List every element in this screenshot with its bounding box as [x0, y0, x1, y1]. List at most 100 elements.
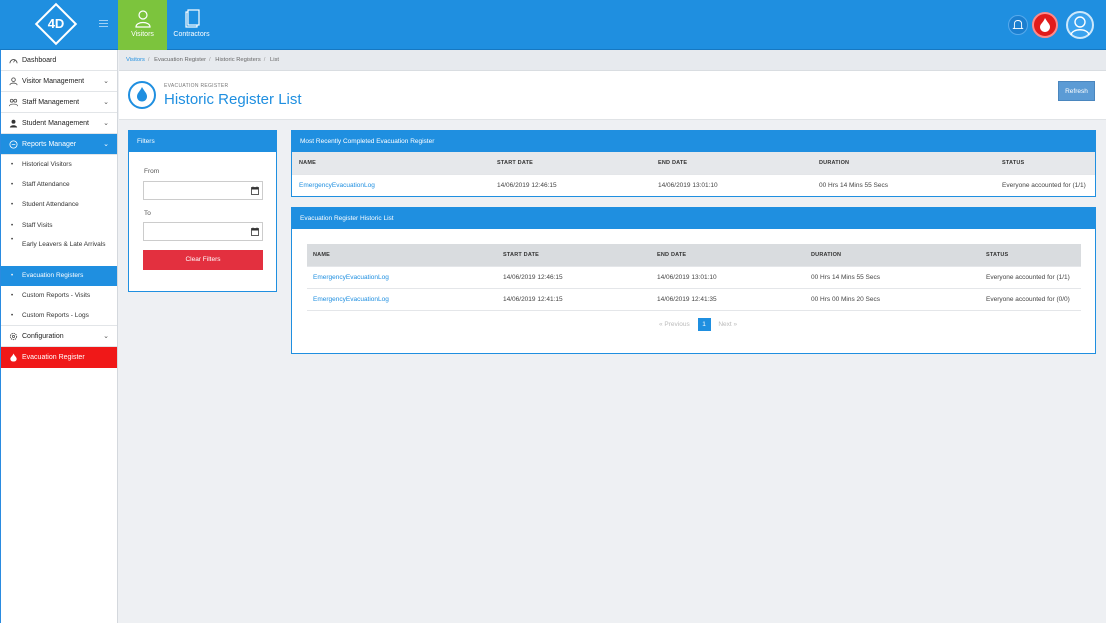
staff-icon: [9, 98, 18, 107]
recent-table: NAME START DATE END DATE DURATION STATUS…: [292, 152, 1095, 196]
pagination-page-1[interactable]: 1: [697, 318, 711, 331]
sidebar-subitem-custom-reports-visits[interactable]: Custom Reports - Visits: [1, 286, 117, 306]
page-title: Historic Register List: [164, 91, 302, 108]
table-header-row: NAME START DATE END DATE DURATION STATUS: [292, 152, 1095, 174]
sidebar-item-label: Student Management: [22, 120, 89, 127]
page-header: EVACUATION REGISTER Historic Register Li…: [119, 71, 1106, 120]
sidebar-item-student-management[interactable]: Student Management ⌄: [1, 113, 117, 134]
sidebar-subitem-custom-reports-logs[interactable]: Custom Reports - Logs: [1, 306, 117, 327]
column-header-duration: DURATION: [805, 244, 980, 266]
end-date-cell: 14/06/2019 13:01:10: [651, 265, 805, 289]
sidebar-item-visitor-management[interactable]: Visitor Management ⌄: [1, 71, 117, 92]
sidebar-item-configuration[interactable]: Configuration ⌄: [1, 326, 117, 348]
status-cell: Everyone accounted for (1/1): [995, 173, 1095, 196]
column-header-start-date: START DATE: [490, 152, 651, 174]
user-icon: [134, 10, 151, 28]
logo[interactable]: 4D: [0, 0, 118, 50]
logo-text: 4D: [47, 16, 65, 31]
start-date-cell: 14/06/2019 12:46:15: [497, 265, 651, 289]
evacuation-header-icon: [128, 81, 156, 109]
tab-visitors-label: Visitors: [131, 31, 154, 38]
reports-icon: [9, 140, 18, 149]
table-row: EmergencyEvacuationLog 14/06/2019 12:46:…: [292, 173, 1095, 196]
sidebar-item-dashboard[interactable]: Dashboard: [1, 50, 117, 71]
column-header-name: NAME: [292, 152, 490, 174]
pagination-previous[interactable]: « Previous: [659, 321, 690, 328]
filters-title: Filters: [129, 131, 276, 152]
to-label: To: [144, 210, 151, 217]
historic-table: NAME START DATE END DATE DURATION STATUS…: [307, 244, 1081, 311]
tab-visitors[interactable]: Visitors: [118, 0, 167, 50]
to-date-input[interactable]: [143, 222, 263, 241]
drop-icon: [137, 87, 147, 102]
evacuation-alert-button[interactable]: [1032, 12, 1058, 38]
sidebar-item-label: Evacuation Register: [22, 354, 85, 362]
sidebar-item-label: Reports Manager: [22, 141, 77, 148]
sidebar-item-label: Configuration: [22, 333, 64, 341]
user-profile-button[interactable]: [1066, 11, 1094, 39]
hamburger-menu-icon[interactable]: [99, 20, 108, 29]
avatar-icon: [1070, 16, 1090, 36]
student-icon: [9, 119, 18, 128]
fire-icon: [1040, 18, 1050, 32]
user-icon: [9, 77, 18, 86]
end-date-cell: 14/06/2019 13:01:10: [651, 173, 812, 196]
page-subtitle: EVACUATION REGISTER: [164, 83, 229, 89]
register-name-link[interactable]: EmergencyEvacuationLog: [292, 173, 490, 196]
sidebar-subitem-staff-visits[interactable]: Staff Visits: [1, 216, 117, 236]
sidebar-item-evacuation-register[interactable]: Evacuation Register: [1, 347, 117, 369]
duration-cell: 00 Hrs 00 Mins 20 Secs: [805, 287, 980, 311]
breadcrumb-visitors[interactable]: Visitors: [126, 57, 145, 63]
calendar-icon[interactable]: [251, 227, 259, 236]
gear-icon: [9, 333, 18, 341]
duration-cell: 00 Hrs 14 Mins 55 Secs: [812, 173, 995, 196]
table-row: EmergencyEvacuationLog 14/06/2019 12:41:…: [307, 287, 1081, 311]
chevron-down-icon: ⌄: [103, 99, 109, 106]
chevron-down-icon: ⌄: [103, 78, 109, 85]
column-header-end-date: END DATE: [651, 152, 812, 174]
column-header-status: STATUS: [995, 152, 1095, 174]
breadcrumb-evacuation-register[interactable]: Evacuation Register: [154, 57, 206, 63]
breadcrumb-list: List: [269, 57, 279, 63]
notifications-button[interactable]: [1008, 15, 1028, 35]
refresh-button[interactable]: Refresh: [1058, 81, 1095, 101]
register-name-link[interactable]: EmergencyEvacuationLog: [307, 287, 497, 311]
sidebar: Dashboard Visitor Management ⌄ Staff Man…: [0, 50, 118, 623]
sidebar-subitem-student-attendance[interactable]: Student Attendance: [1, 195, 117, 215]
status-cell: Everyone accounted for (0/0): [980, 287, 1081, 311]
dashboard-icon: [9, 59, 18, 64]
tab-contractors[interactable]: Contractors: [167, 0, 216, 50]
sidebar-subitem-evacuation-registers[interactable]: Evacuation Registers: [1, 265, 117, 286]
column-header-name: NAME: [307, 244, 497, 266]
pagination-next[interactable]: Next »: [718, 321, 737, 328]
tab-contractors-label: Contractors: [173, 31, 210, 38]
column-header-duration: DURATION: [812, 152, 995, 174]
register-name-link[interactable]: EmergencyEvacuationLog: [307, 265, 497, 289]
filters-panel: Filters From To Clear Filters: [128, 130, 277, 292]
sidebar-item-label: Staff Management: [22, 99, 80, 106]
start-date-cell: 14/06/2019 12:46:15: [490, 173, 651, 196]
column-header-status: STATUS: [980, 244, 1081, 266]
sidebar-item-reports-manager[interactable]: Reports Manager ⌄: [1, 134, 117, 155]
from-date-input[interactable]: [143, 181, 263, 200]
from-label: From: [144, 168, 160, 175]
column-header-start-date: START DATE: [497, 244, 651, 266]
chevron-down-icon: ⌄: [103, 120, 109, 127]
calendar-icon[interactable]: [251, 186, 259, 195]
breadcrumb-historic-registers[interactable]: Historic Registers: [215, 57, 260, 63]
sidebar-item-staff-management[interactable]: Staff Management ⌄: [1, 92, 117, 113]
start-date-cell: 14/06/2019 12:41:15: [497, 287, 651, 311]
clear-filters-button[interactable]: Clear Filters: [143, 250, 263, 270]
table-row: EmergencyEvacuationLog 14/06/2019 12:46:…: [307, 265, 1081, 289]
status-cell: Everyone accounted for (1/1): [980, 265, 1081, 289]
recent-register-panel: Most Recently Completed Evacuation Regis…: [291, 130, 1096, 197]
sidebar-subitem-historical-visitors[interactable]: Historical Visitors: [1, 155, 117, 175]
sidebar-item-label: Dashboard: [22, 57, 57, 64]
sidebar-subitem-early-leavers[interactable]: Early Leavers & Late Arrivals: [1, 236, 117, 266]
sidebar-subitem-staff-attendance[interactable]: Staff Attendance: [1, 175, 117, 195]
historic-panel-title: Evacuation Register Historic List: [292, 208, 1095, 229]
breadcrumb: Visitors / Evacuation Register / Historic …: [119, 50, 1106, 71]
bell-icon: [1012, 20, 1024, 30]
column-header-end-date: END DATE: [651, 244, 805, 266]
document-icon: [184, 9, 200, 28]
